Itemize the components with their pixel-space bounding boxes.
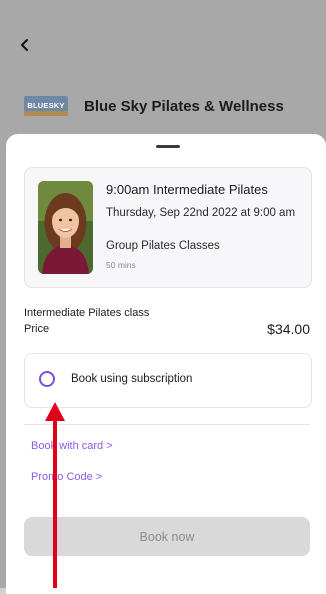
class-title: 9:00am Intermediate Pilates xyxy=(106,182,268,197)
book-now-button[interactable]: Book now xyxy=(24,517,310,556)
studio-header: BLUESKY Blue Sky Pilates & Wellness xyxy=(24,93,284,119)
instructor-photo xyxy=(38,181,93,274)
book-using-subscription-option[interactable]: Book using subscription xyxy=(24,353,312,408)
book-with-card-link[interactable]: Book with card > xyxy=(31,440,113,452)
studio-name: Blue Sky Pilates & Wellness xyxy=(84,97,284,115)
class-date: Thursday, Sep 22nd 2022 at 9:00 am xyxy=(106,207,296,219)
item-name: Intermediate Pilates class xyxy=(24,307,150,319)
sheet-grabber[interactable] xyxy=(156,145,180,148)
price-value: $34.00 xyxy=(267,321,310,337)
divider xyxy=(24,424,310,425)
class-category: Group Pilates Classes xyxy=(106,240,220,252)
promo-code-link[interactable]: Promo Code > xyxy=(31,471,102,483)
subscription-radio[interactable] xyxy=(39,371,55,387)
back-button[interactable] xyxy=(14,34,36,56)
class-duration: 50 mins xyxy=(106,260,136,270)
price-label: Price xyxy=(24,323,50,335)
subscription-label: Book using subscription xyxy=(71,373,193,385)
logo-stripe xyxy=(24,111,68,116)
booking-bottom-sheet: 9:00am Intermediate Pilates Thursday, Se… xyxy=(6,134,326,594)
class-summary-card: 9:00am Intermediate Pilates Thursday, Se… xyxy=(24,167,312,288)
logo-text: BLUESKY xyxy=(27,101,65,110)
studio-logo: BLUESKY xyxy=(24,96,68,116)
chevron-left-icon xyxy=(21,39,28,51)
